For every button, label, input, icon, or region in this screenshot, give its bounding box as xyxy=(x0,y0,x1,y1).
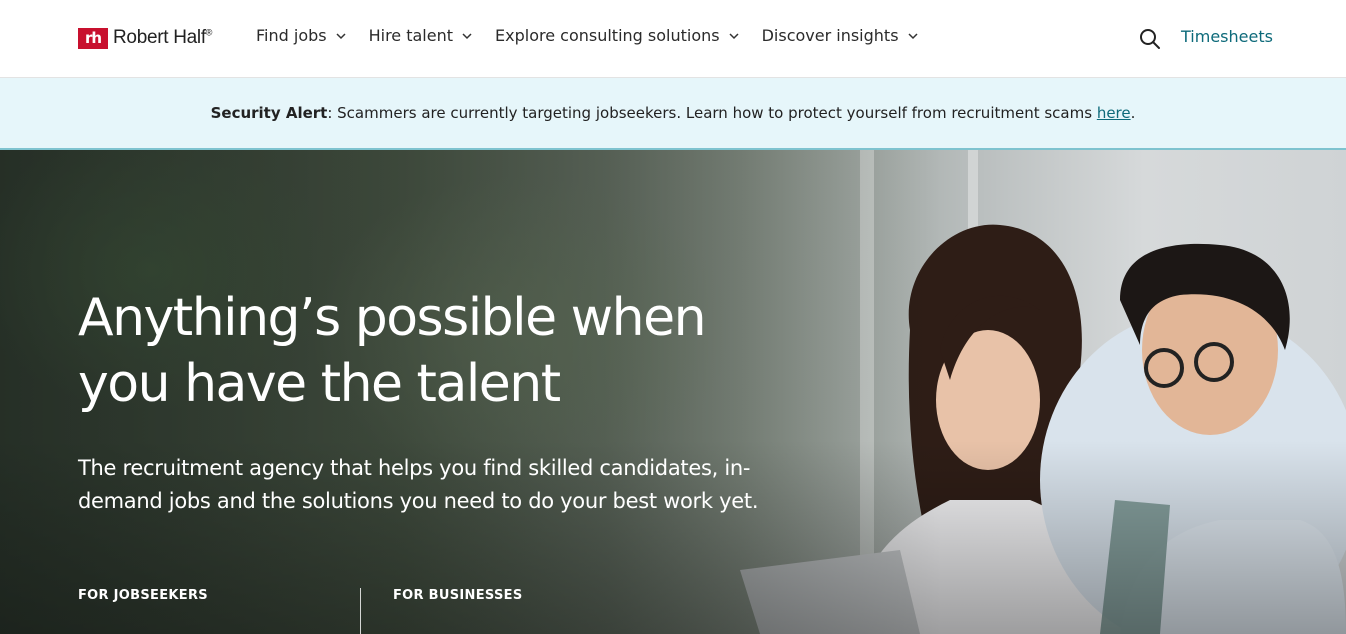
timesheets-link[interactable]: Timesheets xyxy=(1181,27,1273,46)
chevron-down-icon xyxy=(729,32,739,39)
chevron-down-icon xyxy=(336,32,346,39)
for-businesses-heading: FOR BUSINESSES xyxy=(393,588,523,603)
menu-label: Explore consulting solutions xyxy=(495,26,720,45)
menu-find-jobs[interactable]: Find jobs xyxy=(256,26,347,45)
security-alert-banner: Security Alert: Scammers are currently t… xyxy=(0,78,1346,150)
logo-mark: rh xyxy=(78,27,108,49)
chevron-down-icon xyxy=(462,32,472,39)
menu-label: Hire talent xyxy=(368,26,454,45)
menu-label: Discover insights xyxy=(761,26,899,45)
menu-label: Find jobs xyxy=(256,26,327,45)
menu-consulting-solutions[interactable]: Explore consulting solutions xyxy=(495,26,740,45)
for-jobseekers-heading: FOR JOBSEEKERS xyxy=(78,588,208,603)
alert-label: Security Alert xyxy=(210,104,328,122)
menu-discover-insights[interactable]: Discover insights xyxy=(762,26,919,45)
chevron-down-icon xyxy=(908,32,918,39)
alert-end: . xyxy=(1130,104,1136,122)
search-icon[interactable] xyxy=(1138,27,1162,51)
menu-hire-talent[interactable]: Hire talent xyxy=(369,26,473,45)
hero-subtitle: The recruitment agency that helps you fi… xyxy=(78,456,759,513)
main-menu: Find jobs Hire talent Explore consulting… xyxy=(256,26,941,45)
logo-text: Robert Half® xyxy=(113,27,213,48)
robert-half-logo[interactable]: rh Robert Half® xyxy=(78,27,212,49)
alert-text: : Scammers are currently targeting jobse… xyxy=(327,104,1097,122)
hero-section: Anything’s possible when you have the tal… xyxy=(0,150,1346,634)
audience-divider xyxy=(360,588,361,634)
hero-title: Anything’s possible when you have the tal… xyxy=(78,288,707,414)
alert-here-link[interactable]: here xyxy=(1097,104,1131,122)
top-navigation: rh Robert Half® Find jobs Hire talent Ex… xyxy=(0,0,1346,78)
